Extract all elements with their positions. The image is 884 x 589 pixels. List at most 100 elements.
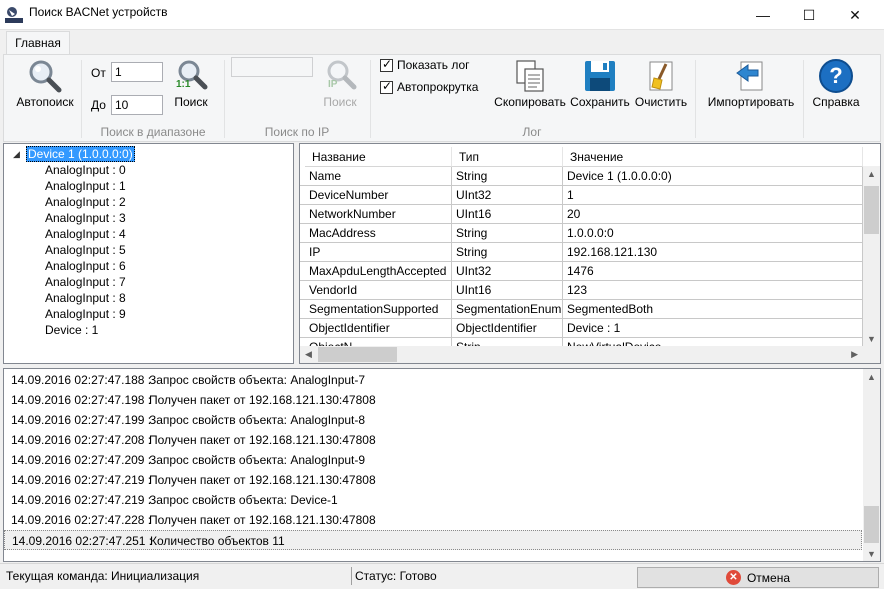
log-line[interactable]: 14.09.2016 02:27:47.199 :Запрос свойств … <box>4 410 862 430</box>
property-grid: Название Тип Значение Name String Device 1… <box>299 143 881 364</box>
scroll-right-icon[interactable]: ▶ <box>851 349 858 360</box>
log-line[interactable]: 14.09.2016 02:27:47.209 :Запрос свойств … <box>4 450 862 470</box>
tab-main[interactable]: Главная <box>6 31 70 55</box>
tree-item[interactable]: AnalogInput : 2 <box>45 194 126 210</box>
grid-cell-value[interactable]: 1476 <box>563 262 863 281</box>
grid-cell-name[interactable]: IP <box>305 243 452 262</box>
tree-item[interactable]: AnalogInput : 0 <box>45 162 126 178</box>
grid-cell-type[interactable]: UInt16 <box>452 281 563 300</box>
tree-item[interactable]: AnalogInput : 3 <box>45 210 126 226</box>
ip-group-label: Поиск по IP <box>264 125 330 139</box>
grid-cell-value[interactable]: 20 <box>563 205 863 224</box>
grid-cell-type[interactable]: String <box>452 224 563 243</box>
tree-root-node[interactable]: Device 1 (1.0.0.0:0) <box>26 146 135 162</box>
range-to-input[interactable] <box>111 95 163 115</box>
column-header-value[interactable]: Значение <box>563 147 863 167</box>
help-button[interactable]: ? Справка <box>810 59 862 109</box>
log-timestamp: 14.09.2016 02:27:47.208 : <box>11 433 152 447</box>
log-timestamp: 14.09.2016 02:27:47.219 : <box>11 473 152 487</box>
copy-button[interactable]: Скопировать <box>492 59 568 109</box>
ip-input[interactable] <box>231 57 313 77</box>
grid-cell-value[interactable]: 1 <box>563 186 863 205</box>
log-message: Получен пакет от 192.168.121.130:47808 <box>149 393 376 407</box>
log-message: Запрос свойств объекта: AnalogInput-7 <box>149 373 366 387</box>
save-button[interactable]: Сохранить <box>569 59 631 109</box>
log-line[interactable]: 14.09.2016 02:27:47.198 :Получен пакет о… <box>4 390 862 410</box>
grid-cell-name[interactable]: VendorId <box>305 281 452 300</box>
maximize-button[interactable]: ☐ <box>786 0 832 30</box>
grid-cell-type[interactable]: SegmentationEnum <box>452 300 563 319</box>
import-icon <box>736 61 763 91</box>
log-line[interactable]: 14.09.2016 02:27:47.228 :Получен пакет о… <box>4 510 862 530</box>
ip-search-label: Поиск <box>323 95 357 109</box>
show-log-checkbox[interactable] <box>380 57 393 72</box>
help-glyph: ? <box>829 63 843 88</box>
column-header-name[interactable]: Название <box>305 147 452 167</box>
save-label: Сохранить <box>570 95 630 109</box>
tree-item[interactable]: AnalogInput : 7 <box>45 274 126 290</box>
grid-vertical-scroll-thumb[interactable] <box>864 186 879 234</box>
minimize-button[interactable]: — <box>740 0 786 30</box>
range-search-label: Поиск <box>174 95 208 109</box>
grid-cell-value[interactable]: 123 <box>563 281 863 300</box>
grid-cell-name[interactable]: NetworkNumber <box>305 205 452 224</box>
log-line[interactable]: 14.09.2016 02:27:47.219 :Получен пакет о… <box>4 470 862 490</box>
range-group-label: Поиск в диапазоне <box>100 125 206 139</box>
log-line[interactable]: 14.09.2016 02:27:47.188 :Запрос свойств … <box>4 370 862 390</box>
grid-cell-value[interactable]: Device 1 (1.0.0.0:0) <box>563 167 863 186</box>
autoscroll-label: Автопрокрутка <box>397 80 479 94</box>
grid-cell-name[interactable]: MaxApduLengthAccepted <box>305 262 452 281</box>
tree-item[interactable]: AnalogInput : 9 <box>45 306 126 322</box>
help-icon: ? <box>819 59 853 93</box>
scroll-up-icon[interactable]: ▲ <box>867 169 876 179</box>
range-to-label: До <box>91 98 106 112</box>
tree-item[interactable]: AnalogInput : 4 <box>45 226 126 242</box>
range-from-input[interactable] <box>111 62 163 82</box>
scroll-down-icon[interactable]: ▼ <box>867 549 876 559</box>
grid-cell-type[interactable]: UInt32 <box>452 262 563 281</box>
collapse-arrow-icon[interactable]: ◢ <box>13 149 20 160</box>
log-line[interactable]: 14.09.2016 02:27:47.208 :Получен пакет о… <box>4 430 862 450</box>
range-search-button[interactable]: 1:1 Поиск <box>170 59 212 109</box>
tree-item[interactable]: AnalogInput : 6 <box>45 258 126 274</box>
device-tree: ◢ Device 1 (1.0.0.0:0) AnalogInput : 0 An… <box>3 143 294 364</box>
grid-cell-value[interactable]: 192.168.121.130 <box>563 243 863 262</box>
grid-cell-name[interactable]: MacAddress <box>305 224 452 243</box>
grid-cell-name[interactable]: SegmentationSupported <box>305 300 452 319</box>
grid-cell-name[interactable]: Name <box>305 167 452 186</box>
log-line[interactable]: 14.09.2016 02:27:47.251 :Количество объе… <box>4 530 862 550</box>
close-button[interactable]: ✕ <box>832 0 878 30</box>
autosearch-button[interactable]: Автопоиск <box>13 59 77 109</box>
grid-cell-type[interactable]: UInt32 <box>452 186 563 205</box>
log-line[interactable]: 14.09.2016 02:27:47.219 :Запрос свойств … <box>4 490 862 510</box>
current-command-text: Текущая команда: Инициализация <box>6 569 200 583</box>
grid-cell-value[interactable]: Device : 1 <box>563 319 863 338</box>
grid-horizontal-scrollbar[interactable]: ◀ ▶ <box>300 346 863 363</box>
log-scroll-thumb[interactable] <box>864 506 879 543</box>
ip-search-button[interactable]: IP Поиск <box>320 59 360 109</box>
grid-cell-type[interactable]: String <box>452 243 563 262</box>
grid-cell-type[interactable]: UInt16 <box>452 205 563 224</box>
scroll-up-icon[interactable]: ▲ <box>867 372 876 382</box>
grid-horizontal-scroll-thumb[interactable] <box>318 347 397 362</box>
grid-cell-name[interactable]: ObjectIdentifier <box>305 319 452 338</box>
column-header-type[interactable]: Тип <box>452 147 563 167</box>
grid-vertical-scrollbar[interactable]: ▲ ▼ <box>863 166 880 346</box>
grid-cell-value[interactable]: SegmentedBoth <box>563 300 863 319</box>
grid-cell-type[interactable]: String <box>452 167 563 186</box>
import-button[interactable]: Импортировать <box>705 59 797 109</box>
grid-cell-type[interactable]: ObjectIdentifier <box>452 319 563 338</box>
scroll-down-icon[interactable]: ▼ <box>867 334 876 344</box>
grid-cell-value[interactable]: 1.0.0.0:0 <box>563 224 863 243</box>
autoscroll-checkbox[interactable] <box>380 79 393 94</box>
cancel-button[interactable]: ✕ Отмена <box>637 567 879 588</box>
tree-item[interactable]: AnalogInput : 1 <box>45 178 126 194</box>
log-vertical-scrollbar[interactable]: ▲ ▼ <box>863 369 880 561</box>
clear-button[interactable]: Очистить <box>632 59 690 109</box>
log-timestamp: 14.09.2016 02:27:47.209 : <box>11 453 152 467</box>
tree-item[interactable]: AnalogInput : 5 <box>45 242 126 258</box>
tree-item[interactable]: Device : 1 <box>45 322 98 338</box>
tree-item[interactable]: AnalogInput : 8 <box>45 290 126 306</box>
scroll-left-icon[interactable]: ◀ <box>305 349 312 360</box>
grid-cell-name[interactable]: DeviceNumber <box>305 186 452 205</box>
